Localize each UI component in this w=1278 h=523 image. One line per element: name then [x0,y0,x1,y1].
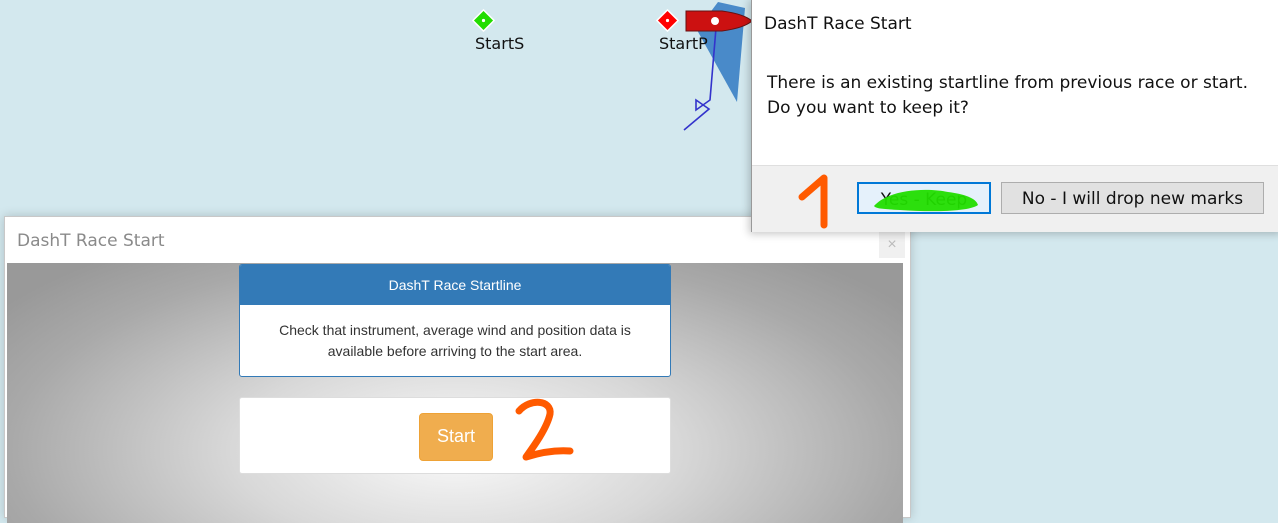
startline-info-panel: DashT Race Startline Check that instrume… [239,264,671,377]
dialog-message: There is an existing startline from prev… [767,71,1248,121]
dialog-title: DashT Race Start [764,14,912,34]
dialog-message-line: Do you want to keep it? [767,98,969,118]
race-start-plugin-window: DashT Race Start × DashT Race Startline … [4,216,911,523]
panel-body-text: Check that instrument, average wind and … [279,322,631,359]
no-drop-new-marks-button[interactable]: No - I will drop new marks [1001,182,1264,214]
close-button[interactable]: × [879,232,905,258]
dialog-message-line: There is an existing startline from prev… [767,73,1248,93]
start-port-label: StartP [659,34,708,53]
close-icon: × [887,236,897,253]
dialog-button-bar: Yes - Keep No - I will drop new marks [752,165,1278,232]
plugin-content: DashT Race Startline Check that instrume… [7,263,903,523]
start-starboard-mark-icon[interactable] [471,8,496,33]
start-panel: Start [239,397,671,474]
start-port-mark-icon[interactable] [655,8,680,33]
keep-startline-dialog: DashT Race Start There is an existing st… [751,0,1278,232]
start-starboard-label: StartS [475,34,525,53]
start-button[interactable]: Start [419,413,493,461]
plugin-window-title: DashT Race Start [17,231,165,251]
panel-heading: DashT Race Startline [240,265,670,305]
yes-keep-button[interactable]: Yes - Keep [857,182,991,214]
